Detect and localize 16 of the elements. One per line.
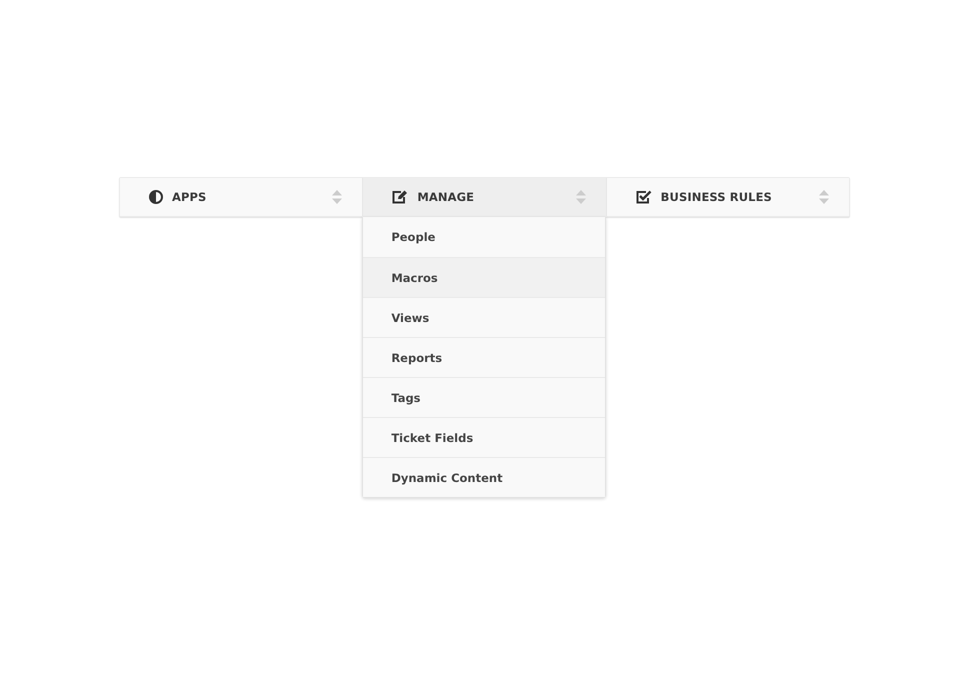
menu-item[interactable]: Ticket Fields: [363, 417, 605, 457]
menu-item[interactable]: Dynamic Content: [363, 457, 605, 497]
sort-arrows-icon: [576, 190, 586, 204]
menu-item[interactable]: Macros: [363, 257, 605, 297]
menu-tab[interactable]: MANAGE: [363, 178, 606, 216]
sort-arrows-icon: [332, 190, 342, 204]
half-circle-icon: [149, 190, 163, 204]
menu-item[interactable]: Views: [363, 297, 605, 337]
menu-item[interactable]: Tags: [363, 377, 605, 417]
menu-tab[interactable]: BUSINESS RULES: [606, 178, 849, 216]
sort-arrows-icon: [818, 190, 829, 204]
menu-item[interactable]: Reports: [363, 337, 605, 377]
pencil-square-icon: [392, 190, 408, 204]
menu-item[interactable]: People: [363, 217, 605, 257]
menu-tab[interactable]: APPS: [120, 178, 362, 216]
checked-box-icon: [636, 190, 652, 204]
